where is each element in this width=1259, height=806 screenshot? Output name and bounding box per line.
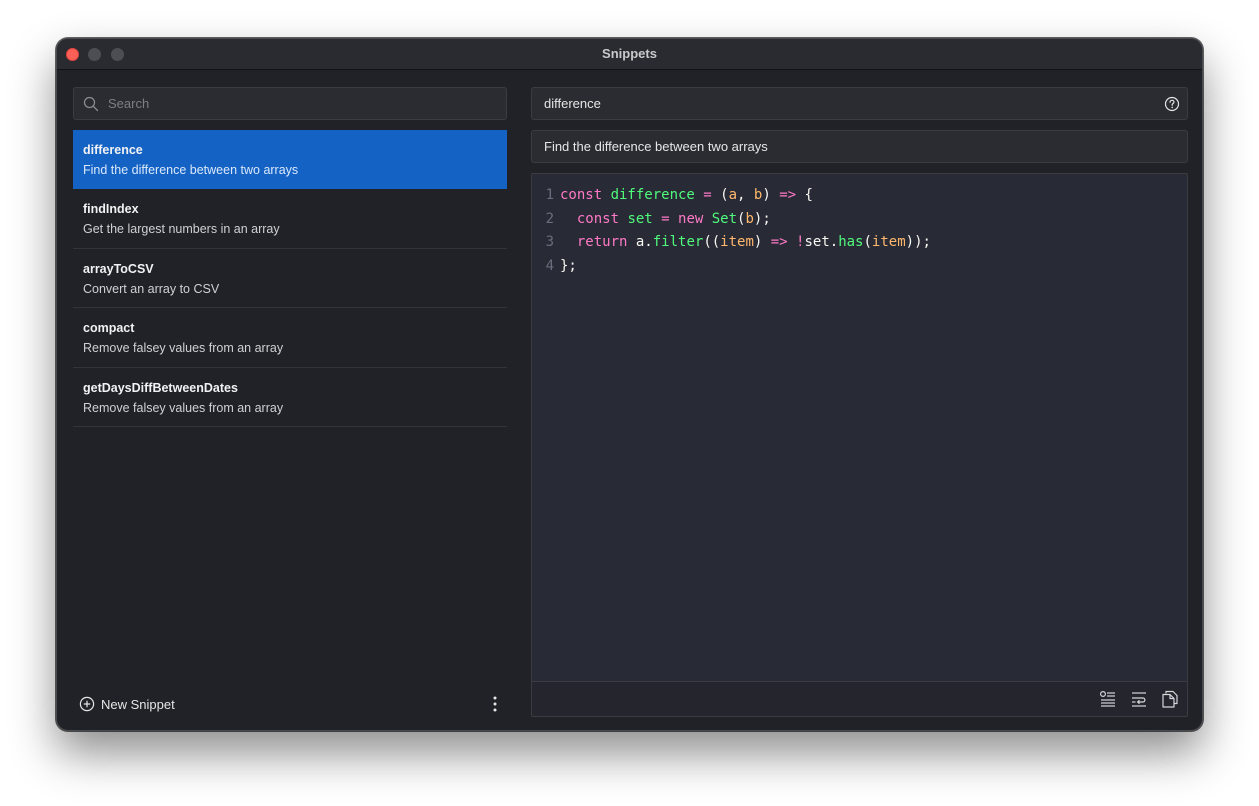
snippet-description: Convert an array to CSV (83, 281, 220, 296)
snippet-description: Find the difference between two arrays (83, 163, 299, 177)
search-icon (83, 96, 99, 112)
snippet-item-findindex[interactable]: findIndex Get the largest numbers in an … (73, 189, 507, 249)
search-box (73, 87, 507, 120)
title-bar: Snippets (57, 39, 1202, 70)
line-number: 1 (545, 187, 554, 203)
snippet-name-field (531, 87, 1188, 120)
snippet-list: difference Find the difference between t… (73, 130, 507, 427)
snippet-description: Remove falsey values from an array (83, 341, 284, 356)
more-vertical-icon[interactable] (487, 695, 503, 713)
snippet-name: difference (83, 143, 143, 157)
code-line: 2 const set = new Set(b); (532, 208, 1187, 232)
line-number: 4 (545, 258, 554, 275)
format-icon[interactable] (1099, 690, 1117, 708)
snippet-name: findIndex (83, 202, 139, 217)
code-editor[interactable]: 1 const difference = (a, b) => { 2 const … (531, 173, 1188, 717)
app-window: Snippets difference Find the difference … (56, 38, 1203, 731)
snippet-name: getDaysDiffBetweenDates (83, 380, 238, 395)
line-number: 2 (545, 210, 554, 227)
editor-toolbar (532, 681, 1187, 716)
line-number: 3 (545, 234, 554, 251)
new-snippet-button[interactable]: New Snippet (79, 695, 175, 713)
snippet-item-getdaysdiffbetweendates[interactable]: getDaysDiffBetweenDates Remove falsey va… (73, 368, 507, 427)
code-line: 4}; (532, 255, 1187, 279)
snippet-name-input[interactable] (542, 88, 1162, 119)
snippet-description: Remove falsey values from an array (83, 400, 284, 415)
code-line: 1 const difference = (a, b) => { (532, 184, 1187, 208)
copy-icon[interactable] (1161, 690, 1179, 708)
snippet-name: arrayToCSV (83, 261, 154, 276)
search-input[interactable] (106, 88, 496, 119)
snippet-item-compact[interactable]: compact Remove falsey values from an arr… (73, 308, 507, 368)
snippet-name: compact (83, 321, 135, 336)
snippet-item-difference[interactable]: difference Find the difference between t… (73, 130, 507, 190)
new-snippet-label: New Snippet (101, 696, 175, 712)
code-content[interactable]: 1 const difference = (a, b) => { 2 const … (532, 184, 1187, 279)
plus-circle-icon (79, 696, 95, 712)
snippet-description: Get the largest numbers in an array (83, 222, 280, 237)
help-icon[interactable] (1164, 96, 1180, 112)
snippet-item-arraytocsv[interactable]: arrayToCSV Convert an array to CSV (73, 249, 507, 309)
window-title: Snippets (602, 46, 657, 61)
snippet-description-input[interactable] (542, 131, 1162, 162)
code-line: 3 return a.filter((item) => !set.has(ite… (532, 231, 1187, 255)
snippet-description-field (531, 130, 1188, 163)
wrap-text-icon[interactable] (1130, 690, 1148, 708)
